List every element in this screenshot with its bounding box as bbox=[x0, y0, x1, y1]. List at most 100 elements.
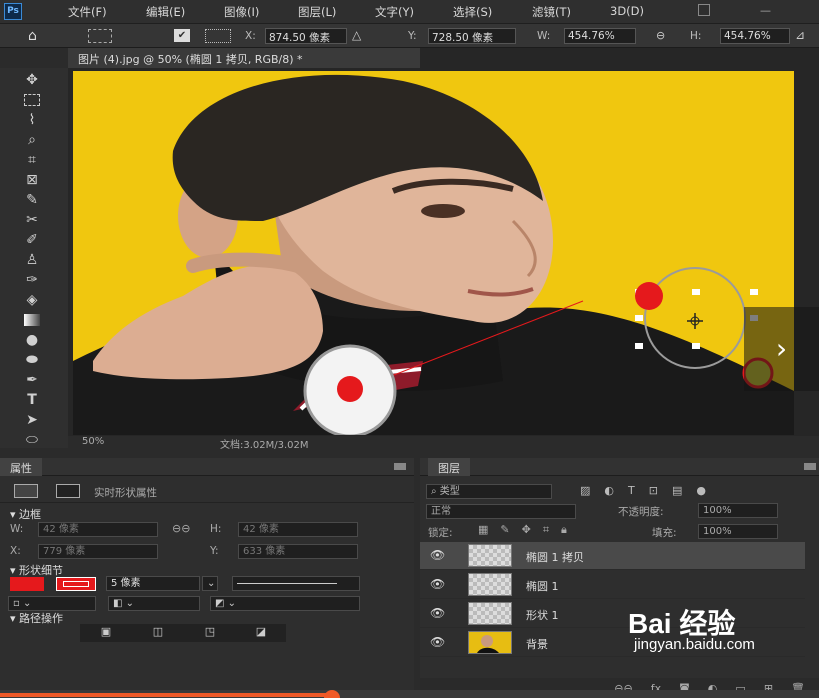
fill-color-swatch[interactable] bbox=[10, 577, 44, 591]
menu-image[interactable]: 图像(I) bbox=[224, 4, 259, 20]
combine-shapes-icon[interactable]: ▣ bbox=[80, 624, 132, 638]
home-icon[interactable]: ⌂ bbox=[28, 28, 37, 44]
window-control-icon[interactable] bbox=[698, 4, 710, 16]
dodge-tool-icon[interactable]: ⬬ bbox=[20, 350, 44, 370]
mask-mode-icon[interactable] bbox=[56, 484, 80, 498]
eye-icon[interactable]: 👁︎ bbox=[430, 606, 448, 620]
crop-tool-icon[interactable]: ⌗ bbox=[20, 150, 44, 170]
type-tool-icon[interactable]: T bbox=[20, 390, 44, 410]
layer-name[interactable]: 形状 1 bbox=[526, 607, 559, 623]
menu-3d[interactable]: 3D(D) bbox=[610, 4, 644, 18]
lock-transparent-icon[interactable]: ▦ bbox=[478, 523, 488, 537]
ellipse-tool-icon[interactable]: ⬭ bbox=[20, 430, 44, 450]
move-tool-icon[interactable]: ✥ bbox=[20, 70, 44, 90]
layer-filter-label: 类型 bbox=[439, 486, 460, 497]
link-icon[interactable]: ⊖⊖ bbox=[172, 522, 190, 535]
y-field[interactable]: 633 像素 bbox=[238, 544, 358, 559]
quick-select-tool-icon[interactable]: ⌕ bbox=[20, 130, 44, 150]
zoom-level[interactable]: 50% bbox=[82, 436, 104, 447]
layer-row[interactable]: 👁︎ 椭圆 1 拷贝 bbox=[420, 542, 805, 570]
minimize-icon[interactable]: — bbox=[760, 4, 774, 17]
menu-select[interactable]: 选择(S) bbox=[453, 4, 492, 20]
brush-tool-icon[interactable]: ✐ bbox=[20, 230, 44, 250]
history-brush-tool-icon[interactable]: ✑ bbox=[20, 270, 44, 290]
h-field[interactable]: 454.76% bbox=[720, 28, 790, 44]
menu-edit[interactable]: 编辑(E) bbox=[146, 4, 185, 20]
blur-tool-icon[interactable]: ● bbox=[20, 330, 44, 350]
healing-tool-icon[interactable]: ✂ bbox=[20, 210, 44, 230]
layer-row[interactable]: 👁︎ 椭圆 1 bbox=[420, 571, 805, 599]
eraser-tool-icon[interactable]: ◈ bbox=[20, 290, 44, 310]
panel-menu-icon[interactable] bbox=[394, 463, 406, 470]
filter-toggle-icon[interactable]: ● bbox=[696, 484, 706, 497]
transform-mode-icon[interactable] bbox=[88, 29, 112, 43]
layer-name[interactable]: 椭圆 1 bbox=[526, 578, 559, 594]
stroke-color-swatch[interactable] bbox=[56, 577, 96, 591]
menu-type[interactable]: 文字(Y) bbox=[375, 4, 414, 20]
eye-icon[interactable]: 👁︎ bbox=[430, 548, 448, 562]
lock-position-icon[interactable]: ✥ bbox=[522, 523, 531, 537]
lasso-tool-icon[interactable]: ⌇ bbox=[20, 110, 44, 130]
shape-mode-icon[interactable] bbox=[14, 484, 38, 498]
stroke-join-dropdown[interactable]: ◩ ⌄ bbox=[210, 596, 360, 611]
triangle-icon[interactable]: △ bbox=[352, 28, 361, 42]
y-field[interactable]: 728.50 像素 bbox=[428, 28, 516, 44]
video-progress-track[interactable] bbox=[0, 690, 819, 698]
stroke-style-dropdown[interactable] bbox=[232, 576, 360, 591]
menu-filter[interactable]: 滤镜(T) bbox=[532, 4, 571, 20]
stroke-align-dropdown[interactable]: ▫ ⌄ bbox=[8, 596, 96, 611]
menu-file[interactable]: 文件(F) bbox=[68, 4, 107, 20]
frame-tool-icon[interactable]: ⊠ bbox=[20, 170, 44, 190]
smart-object-filter-icon[interactable]: ▤ bbox=[672, 484, 682, 497]
type-filter-icon[interactable]: T bbox=[628, 484, 635, 497]
subtract-shapes-icon[interactable]: ◫ bbox=[132, 624, 184, 638]
link-icon[interactable]: ⊖ bbox=[656, 29, 665, 42]
layer-row[interactable]: 👁︎ 形状 1 bbox=[420, 600, 805, 628]
x-field[interactable]: 874.50 像素 bbox=[265, 28, 347, 44]
lock-all-icon[interactable]: 🔒︎ bbox=[561, 523, 567, 537]
x-field[interactable]: 779 像素 bbox=[38, 544, 158, 559]
pen-tool-icon[interactable]: ✒ bbox=[20, 370, 44, 390]
lock-image-icon[interactable]: ✎ bbox=[500, 523, 509, 537]
menu-layer[interactable]: 图层(L) bbox=[298, 4, 336, 20]
layer-name[interactable]: 背景 bbox=[526, 636, 548, 652]
menu-bar: Ps 文件(F) 编辑(E) 图像(I) 图层(L) 文字(Y) 选择(S) 滤… bbox=[0, 0, 819, 24]
width-field[interactable]: 42 像素 bbox=[38, 522, 158, 537]
reference-point-icon[interactable] bbox=[205, 29, 231, 43]
eye-icon[interactable]: 👁︎ bbox=[430, 577, 448, 591]
video-progress-handle[interactable] bbox=[324, 690, 340, 698]
stroke-cap-dropdown[interactable]: ◧ ⌄ bbox=[108, 596, 200, 611]
document-image[interactable] bbox=[73, 71, 794, 435]
fill-field[interactable]: 100% bbox=[698, 524, 778, 539]
layer-thumbnail bbox=[468, 544, 512, 567]
panel-menu-icon[interactable] bbox=[804, 463, 816, 470]
opacity-field[interactable]: 100% bbox=[698, 503, 778, 518]
path-select-tool-icon[interactable]: ➤ bbox=[20, 410, 44, 430]
intersect-shapes-icon[interactable]: ◳ bbox=[184, 624, 236, 638]
stroke-width-dropdown-icon[interactable]: ⌄ bbox=[202, 576, 218, 591]
checkbox-icon[interactable]: ✔ bbox=[174, 29, 190, 42]
stroke-width-field[interactable]: 5 像素 bbox=[106, 576, 200, 591]
layer-filter-dropdown[interactable]: ⌕ 类型 bbox=[426, 484, 552, 499]
section-shape-label: 形状细节 bbox=[19, 564, 64, 577]
canvas-area[interactable]: › bbox=[68, 68, 819, 436]
tab-properties[interactable]: 属性 bbox=[0, 458, 42, 476]
document-tab[interactable]: 图片 (4).jpg @ 50% (椭圆 1 拷贝, RGB/8) * bbox=[68, 48, 420, 68]
tab-layers[interactable]: 图层 bbox=[428, 458, 470, 476]
adjustment-filter-icon[interactable]: ◐ bbox=[604, 484, 614, 497]
height-field[interactable]: 42 像素 bbox=[238, 522, 358, 537]
eyedropper-tool-icon[interactable]: ✎ bbox=[20, 190, 44, 210]
eye-icon[interactable]: 👁︎ bbox=[430, 635, 448, 649]
angle-icon[interactable]: ⊿ bbox=[795, 28, 805, 42]
shape-filter-icon[interactable]: ⊡ bbox=[649, 484, 658, 497]
marquee-tool-icon[interactable] bbox=[20, 90, 44, 110]
chevron-right-icon[interactable]: › bbox=[744, 307, 819, 391]
layer-name[interactable]: 椭圆 1 拷贝 bbox=[526, 549, 584, 565]
w-field[interactable]: 454.76% bbox=[564, 28, 636, 44]
lock-artboard-icon[interactable]: ⌗ bbox=[543, 523, 549, 537]
exclude-shapes-icon[interactable]: ◪ bbox=[236, 624, 286, 638]
gradient-tool-icon[interactable] bbox=[20, 310, 44, 330]
stamp-tool-icon[interactable]: ♙ bbox=[20, 250, 44, 270]
pixel-filter-icon[interactable]: ▨ bbox=[580, 484, 590, 497]
blend-mode-dropdown[interactable]: 正常 bbox=[426, 504, 576, 519]
